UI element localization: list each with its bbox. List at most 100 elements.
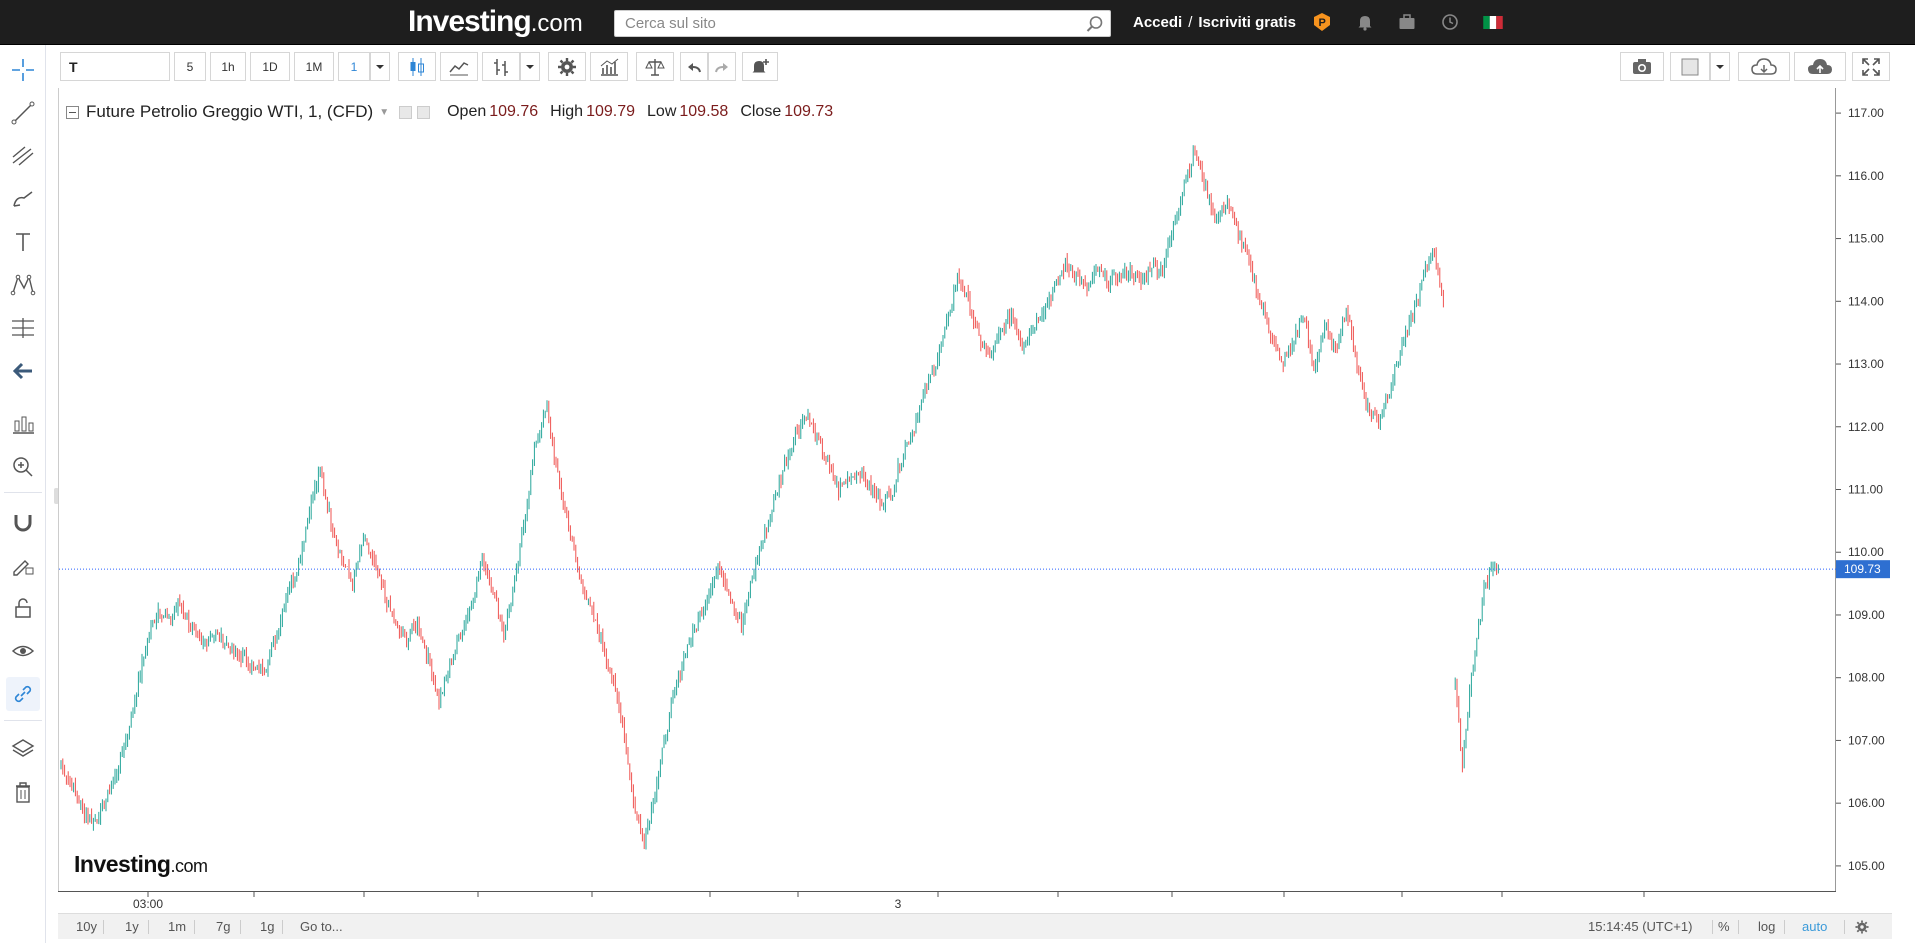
series-title[interactable]: Future Petrolio Greggio WTI, 1, (CFD) <box>86 102 373 122</box>
open-label: Open <box>447 103 487 120</box>
signup-link[interactable]: Iscriviti gratis <box>1198 14 1296 31</box>
gear-icon[interactable] <box>1854 919 1870 935</box>
svg-text:P: P <box>1319 17 1326 29</box>
search-icon[interactable] <box>1086 15 1104 33</box>
magnet-tool[interactable] <box>6 505 40 539</box>
lock-drawings-tool[interactable] <box>6 591 40 625</box>
high-label: High <box>550 103 584 120</box>
investing-logo[interactable]: Investing.com <box>408 5 583 39</box>
load-chart-button[interactable] <box>1738 52 1790 81</box>
separator <box>1712 920 1713 934</box>
goto-date-button[interactable]: Go to... <box>300 919 343 934</box>
price-tick-label: 110.00 <box>1848 545 1884 559</box>
hide-drawings-tool[interactable] <box>6 634 40 668</box>
pattern-icon <box>10 274 36 296</box>
layers-icon <box>11 739 35 757</box>
bars-style-button[interactable] <box>482 52 520 81</box>
brush-icon <box>13 191 33 207</box>
bottom-toolbar: 10y 1y 1m 7g 1g Go to... 15:14:45 (UTC+1… <box>58 913 1892 939</box>
long-position-tool[interactable] <box>6 407 40 441</box>
trendline-tool[interactable] <box>6 96 40 130</box>
crosshair-tool[interactable] <box>6 53 40 87</box>
measure-tool[interactable] <box>6 311 40 345</box>
bars-icon <box>494 58 508 76</box>
search-input[interactable] <box>615 11 1075 36</box>
site-search-box[interactable] <box>614 10 1111 37</box>
fibonacci-tool[interactable] <box>6 139 40 173</box>
collapse-legend-button[interactable] <box>66 105 79 119</box>
hide-toolbar-button[interactable] <box>6 354 40 388</box>
zoom-tool[interactable] <box>6 450 40 484</box>
toolbar-separator <box>4 492 42 493</box>
chart-pane[interactable] <box>58 88 1837 891</box>
timezone-clock[interactable]: 15:14:45 (UTC+1) <box>1588 919 1692 934</box>
chart-layout-button[interactable] <box>1670 52 1710 81</box>
candlestick-icon <box>410 57 424 76</box>
gear-icon <box>558 57 576 76</box>
chart-style-dropdown-button[interactable] <box>520 52 540 81</box>
symbol-search-input[interactable]: T <box>60 52 170 81</box>
price-chart[interactable] <box>59 88 1837 891</box>
price-tick-label: 112.00 <box>1848 420 1884 434</box>
compare-button[interactable] <box>636 52 674 81</box>
percent-scale-toggle[interactable]: % <box>1718 919 1730 934</box>
low-label: Low <box>647 103 677 120</box>
trash-icon <box>16 782 30 803</box>
interval-5-button[interactable]: 5 <box>174 52 206 81</box>
price-tick-label: 114.00 <box>1848 294 1884 308</box>
add-alert-button[interactable] <box>742 52 778 81</box>
cloud-download-icon <box>1751 57 1777 75</box>
range-1g-button[interactable]: 1g <box>260 919 274 934</box>
redo-icon <box>715 62 728 72</box>
screenshot-button[interactable] <box>1620 52 1664 81</box>
series-remove-icon[interactable] <box>417 105 431 119</box>
interval-1m-button[interactable]: 1M <box>294 52 334 81</box>
time-axis-scale[interactable]: 03:00 3 <box>58 892 1836 914</box>
redo-button[interactable] <box>708 52 736 81</box>
investingpro-icon[interactable]: P <box>1312 12 1332 32</box>
save-chart-button[interactable] <box>1794 52 1846 81</box>
fullscreen-button[interactable] <box>1852 52 1890 81</box>
pattern-tool[interactable] <box>6 268 40 302</box>
crosshair-icon <box>12 59 34 81</box>
sync-drawings-tool[interactable] <box>6 677 40 711</box>
range-1y-button[interactable]: 1y <box>125 919 139 934</box>
remove-drawings-tool[interactable] <box>6 775 40 809</box>
line-chart-icon <box>449 61 469 75</box>
zoom-in-icon <box>13 457 33 477</box>
interval-1-button[interactable]: 1 <box>338 52 370 81</box>
portfolio-icon[interactable] <box>1397 12 1417 32</box>
range-7g-button[interactable]: 7g <box>216 919 230 934</box>
undo-button[interactable] <box>680 52 708 81</box>
price-axis[interactable]: 117.00 116.00 115.00 114.00 113.00 112.00 111.… <box>1836 88 1896 891</box>
login-link[interactable]: Accedi <box>1133 14 1182 31</box>
chart-layout-dropdown-button[interactable] <box>1710 52 1730 81</box>
indicators-button[interactable] <box>590 52 628 81</box>
series-settings-icon[interactable] <box>399 105 413 119</box>
stay-in-drawing-mode-tool[interactable] <box>6 548 40 582</box>
interval-1d-button[interactable]: 1D <box>250 52 290 81</box>
chevron-down-icon[interactable]: ▼ <box>379 107 389 118</box>
candles-style-button[interactable] <box>398 52 436 81</box>
object-tree-tool[interactable] <box>6 732 40 766</box>
fullscreen-icon <box>1862 57 1880 76</box>
price-tick-label: 116.00 <box>1848 169 1884 183</box>
interval-1h-button[interactable]: 1h <box>210 52 246 81</box>
price-tick-label: 111.00 <box>1848 483 1883 497</box>
time-axis[interactable]: 03:00 3 <box>58 891 1836 913</box>
settings-button[interactable] <box>548 52 586 81</box>
brush-tool[interactable] <box>6 182 40 216</box>
line-style-button[interactable] <box>440 52 478 81</box>
drawing-toolbar <box>0 45 46 943</box>
text-tool[interactable] <box>6 225 40 259</box>
range-1m-button[interactable]: 1m <box>168 919 186 934</box>
bell-icon[interactable] <box>1355 12 1375 32</box>
range-10y-button[interactable]: 10y <box>76 919 97 934</box>
interval-dropdown-button[interactable] <box>370 52 390 81</box>
auto-scale-toggle[interactable]: auto <box>1802 919 1827 934</box>
log-scale-toggle[interactable]: log <box>1758 919 1775 934</box>
italy-flag-icon[interactable] <box>1483 16 1503 29</box>
position-icon <box>13 416 34 434</box>
clock-icon[interactable] <box>1440 12 1460 32</box>
price-axis-scale[interactable]: 117.00 116.00 115.00 114.00 113.00 112.00 111.… <box>1836 88 1896 891</box>
